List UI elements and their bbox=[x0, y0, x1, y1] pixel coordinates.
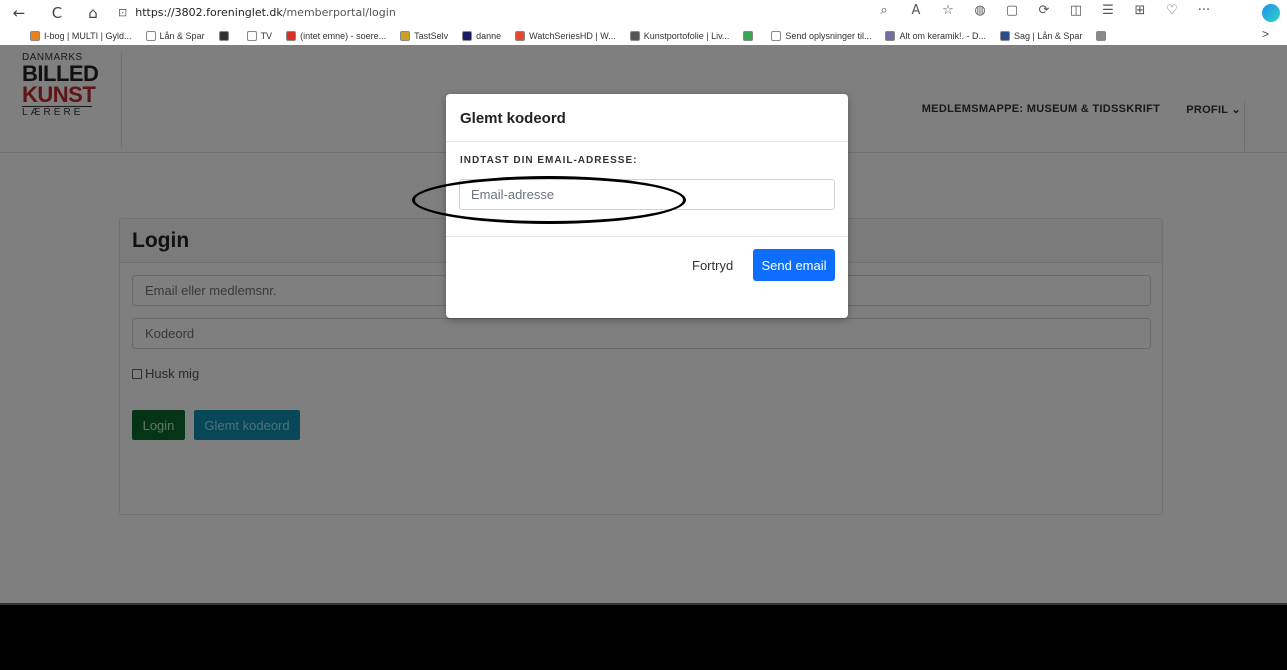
toolbar-icon[interactable]: ☆ bbox=[932, 3, 964, 23]
browser-toolbar: ⌕ A ☆ ◍ ▢ ⟳ ◫ ☰ ⊞ ♡ ··· bbox=[868, 3, 1220, 23]
favorites-more-chevron-icon[interactable]: > bbox=[1262, 27, 1269, 41]
toolbar-icon[interactable]: A bbox=[900, 3, 932, 23]
favorite-icon bbox=[885, 30, 896, 41]
favorite-item[interactable]: Send oplysninger til... bbox=[771, 30, 872, 41]
toolbar-icon[interactable]: ⟳ bbox=[1028, 3, 1060, 23]
modal-divider bbox=[446, 236, 848, 237]
favorite-item[interactable]: TastSelv bbox=[400, 30, 449, 41]
toolbar-icon[interactable]: ◍ bbox=[964, 3, 996, 23]
toolbar-icon[interactable]: ⌕ bbox=[868, 3, 900, 23]
toolbar-icon[interactable]: ♡ bbox=[1156, 3, 1188, 23]
toolbar-icon[interactable]: ◫ bbox=[1060, 3, 1092, 23]
favorite-item[interactable]: Lån & Spar bbox=[145, 30, 205, 41]
favorite-label: Alt om keramik!. - D... bbox=[899, 30, 986, 41]
favorite-icon bbox=[743, 30, 754, 41]
web-page: DANMARKS BILLED KUNST LÆRERE MEDLEMSMAPP… bbox=[0, 45, 1287, 670]
favorite-item[interactable]: WatchSeriesHD | W... bbox=[515, 30, 616, 41]
favorite-label: danne bbox=[476, 30, 502, 41]
home-icon[interactable]: ⌂ bbox=[82, 3, 104, 23]
favorite-icon bbox=[145, 30, 156, 41]
reload-icon[interactable]: C bbox=[46, 3, 68, 23]
forgot-password-modal: Glemt kodeord INDTAST DIN EMAIL-ADRESSE:… bbox=[446, 94, 848, 318]
favorite-icon bbox=[515, 30, 526, 41]
favorite-icon bbox=[462, 30, 473, 41]
favorite-item[interactable]: TV bbox=[246, 30, 273, 41]
favorite-icon bbox=[1000, 30, 1010, 41]
favorite-label: Lån & Spar bbox=[159, 30, 205, 41]
toolbar-icon[interactable]: ⊞ bbox=[1124, 3, 1156, 23]
url-host: https://3802.foreninglet.dk bbox=[135, 6, 283, 19]
favorite-label: Send oplysninger til... bbox=[785, 30, 872, 41]
favorite-icon bbox=[246, 30, 257, 41]
favorite-label: TastSelv bbox=[414, 30, 449, 41]
url-path: /memberportal/login bbox=[282, 6, 396, 19]
modal-email-label: INDTAST DIN EMAIL-ADRESSE: bbox=[460, 155, 638, 166]
favorites-bar: I-bog | MULTI | Gyld... Lån & Spar TV (inte… bbox=[0, 26, 1287, 45]
back-icon[interactable]: ← bbox=[8, 3, 30, 23]
favorite-label: WatchSeriesHD | W... bbox=[529, 30, 616, 41]
favorite-item[interactable] bbox=[743, 30, 757, 41]
modal-title: Glemt kodeord bbox=[446, 94, 848, 142]
favorite-label: TV bbox=[260, 30, 273, 41]
favorite-label: Kunstportofolie | Liv... bbox=[643, 30, 730, 41]
favorite-item[interactable]: Sag | Lån & Spar bbox=[1000, 30, 1083, 41]
favorite-icon bbox=[400, 30, 411, 41]
lock-icon: ⊡ bbox=[118, 6, 128, 19]
favorite-item[interactable]: I-bog | MULTI | Gyld... bbox=[30, 30, 132, 41]
browser-address-bar: ← C ⌂ ⊡ https://3802.foreninglet.dk/memb… bbox=[0, 0, 1287, 26]
toolbar-icon[interactable]: ▢ bbox=[996, 3, 1028, 23]
copilot-icon[interactable] bbox=[1262, 4, 1280, 22]
favorite-icon bbox=[30, 30, 40, 41]
favorite-item[interactable]: Kunstportofolie | Liv... bbox=[629, 30, 730, 41]
favorite-item[interactable] bbox=[218, 30, 233, 41]
favorite-label: Sag | Lån & Spar bbox=[1014, 30, 1083, 41]
favorite-label: (intet emne) - soere... bbox=[300, 30, 387, 41]
toolbar-icon[interactable]: ··· bbox=[1188, 3, 1220, 23]
favorite-label: I-bog | MULTI | Gyld... bbox=[44, 30, 132, 41]
send-email-button[interactable]: Send email bbox=[753, 249, 835, 281]
favorite-item[interactable]: Alt om keramik!. - D... bbox=[885, 30, 986, 41]
site-footer bbox=[0, 603, 1287, 670]
favorite-icon bbox=[286, 30, 297, 41]
cancel-button[interactable]: Fortryd bbox=[692, 258, 733, 273]
favorite-icon bbox=[771, 30, 782, 41]
favorite-icon bbox=[629, 30, 640, 41]
favorite-icon bbox=[1096, 30, 1107, 41]
favorite-item[interactable]: danne bbox=[462, 30, 502, 41]
modal-email-input[interactable]: Email-adresse bbox=[459, 179, 835, 210]
favorite-item[interactable]: (intet emne) - soere... bbox=[286, 30, 387, 41]
favorite-item[interactable] bbox=[1096, 30, 1110, 41]
favorite-icon bbox=[218, 30, 229, 41]
toolbar-icon[interactable]: ☰ bbox=[1092, 3, 1124, 23]
